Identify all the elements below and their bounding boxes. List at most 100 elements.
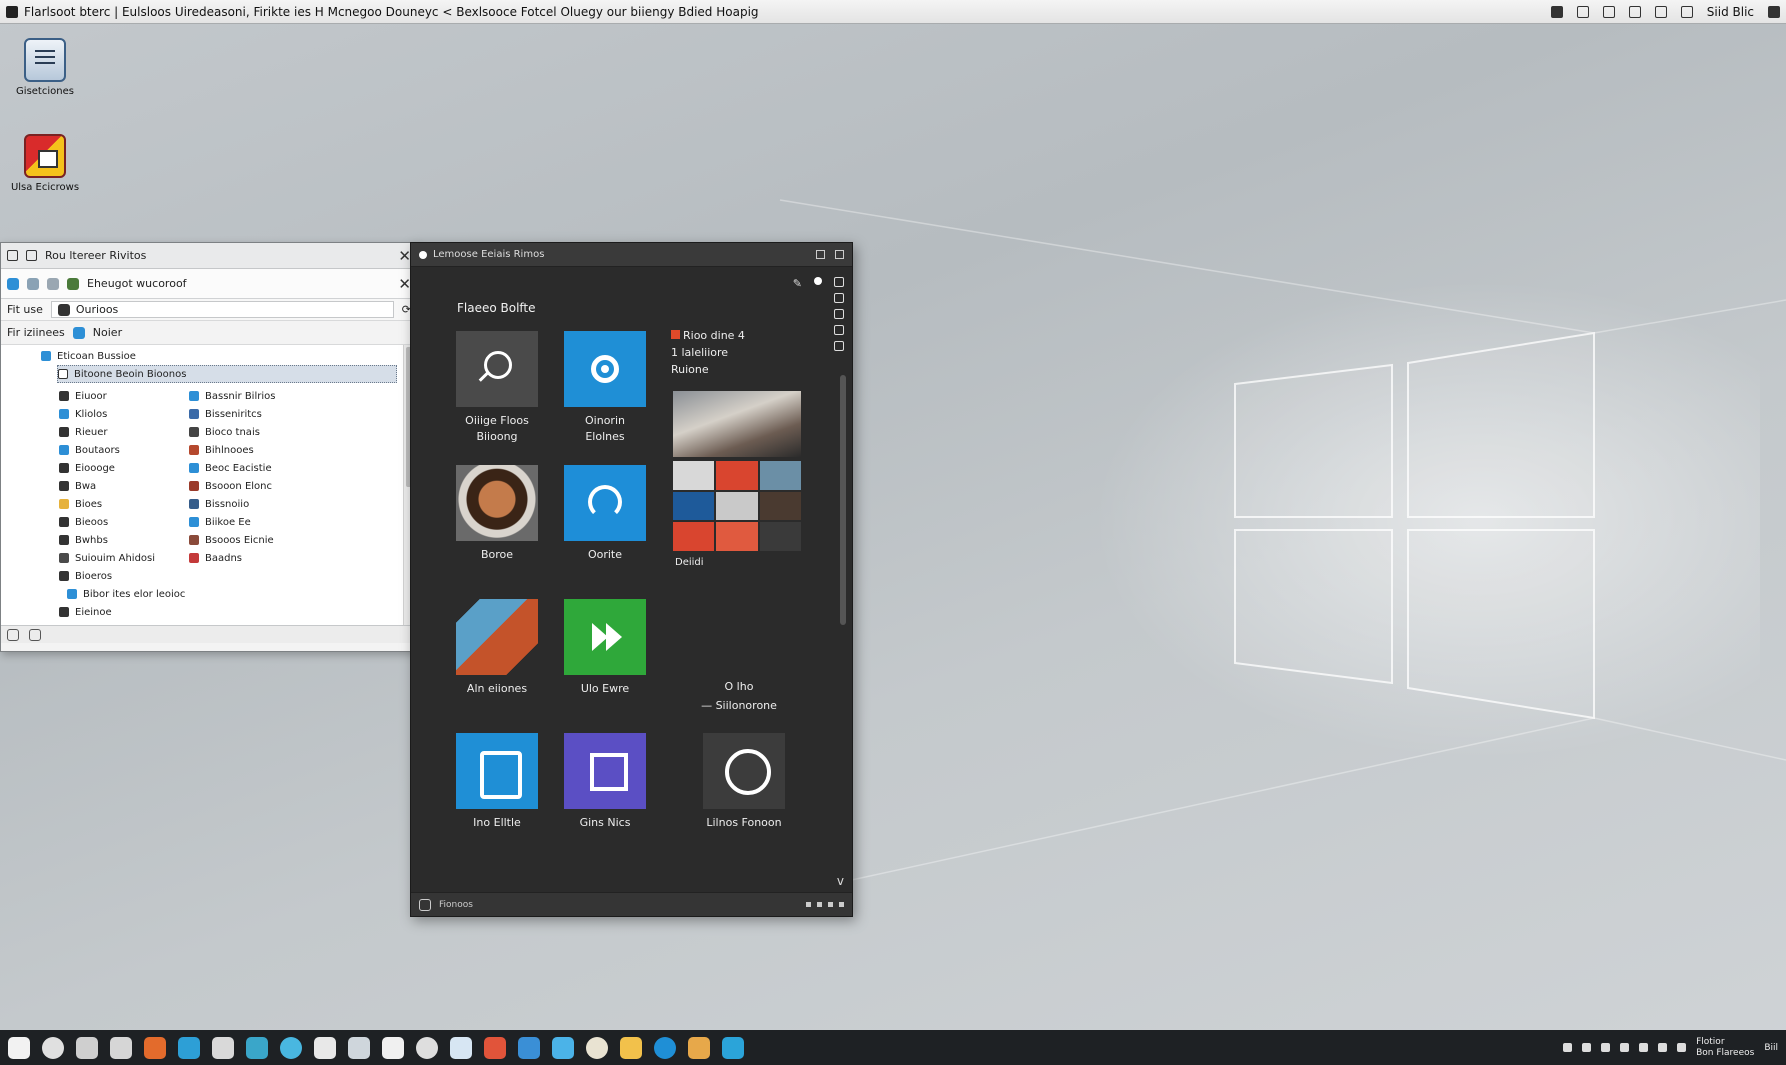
tile-search[interactable]: Oiiige Floos Biioong <box>456 331 538 445</box>
photo-tile[interactable] <box>673 391 801 457</box>
wifi-icon[interactable] <box>1602 5 1615 18</box>
taskbar-app-9-icon[interactable] <box>314 1036 336 1059</box>
crumb-right[interactable]: Noier <box>93 326 122 339</box>
side-icon-1[interactable] <box>834 277 844 287</box>
taskbar-app-12-icon[interactable] <box>416 1036 438 1059</box>
status-icon-1[interactable] <box>1550 5 1563 18</box>
taskbar-app-1-icon[interactable] <box>42 1036 64 1059</box>
chevron-down-icon[interactable]: v <box>837 874 844 888</box>
tree-item[interactable]: Bioes <box>59 495 102 513</box>
list-item[interactable]: Bioco tnais <box>189 423 260 441</box>
taskbar-app-10-icon[interactable] <box>348 1036 370 1059</box>
tree-item[interactable]: Bwhbs <box>59 531 108 549</box>
tile-camera[interactable]: Oinorin Elolnes <box>564 331 646 445</box>
menubar-clock[interactable]: Siid Blic <box>1707 5 1754 19</box>
photo-mosaic[interactable] <box>673 461 801 551</box>
tree-item[interactable]: Kliolos <box>59 405 107 423</box>
desktop-icon-package[interactable]: Ulsa Ecicrows <box>10 134 80 193</box>
panel-titlebar[interactable]: Lemoose Eeiais Rimos <box>411 243 852 267</box>
tray-icon-3[interactable] <box>1601 1043 1611 1052</box>
list-item[interactable]: Baadns <box>189 549 242 567</box>
taskbar-app-11-icon[interactable] <box>382 1036 404 1059</box>
path-left-label[interactable]: Fit use <box>7 303 43 316</box>
taskbar-app-16-icon[interactable] <box>552 1036 574 1059</box>
user-icon[interactable] <box>1768 5 1780 18</box>
taskbar-app-8-icon[interactable] <box>280 1036 302 1059</box>
tree-item[interactable]: Eieinoe <box>59 603 112 621</box>
notification-dot-icon[interactable] <box>814 277 822 285</box>
list-item[interactable]: Bassnir Bilrios <box>189 387 275 405</box>
taskbar-app-3-icon[interactable] <box>110 1036 132 1059</box>
back-icon[interactable] <box>7 277 19 290</box>
tile-apps[interactable]: Aln eiiones <box>456 599 538 697</box>
tile-media[interactable]: Ulo Ewre <box>564 599 646 697</box>
tray-icon-1[interactable] <box>1563 1043 1573 1052</box>
search-icon[interactable] <box>1654 5 1667 18</box>
pin-icon[interactable] <box>816 250 825 259</box>
desktop-icon-documents[interactable]: Gisetciones <box>10 38 80 97</box>
edit-icon[interactable]: ✎ <box>793 277 802 290</box>
forward-icon[interactable] <box>27 277 39 290</box>
tray-icon-4[interactable] <box>1620 1043 1630 1052</box>
volume-icon[interactable] <box>1658 1043 1668 1052</box>
side-icon-3[interactable] <box>834 309 844 319</box>
crumb-left[interactable]: Fir iziinees <box>7 326 65 339</box>
list-item[interactable]: Bihlnooes <box>189 441 254 459</box>
list-item[interactable]: Bsooos Eicnie <box>189 531 274 549</box>
list-item[interactable]: Bisseniritcs <box>189 405 262 423</box>
tile-store[interactable]: Ino Elltle <box>456 733 538 831</box>
tree-item[interactable]: Suiouim Ahidosi <box>59 549 155 567</box>
tile-clock[interactable]: Lilnos Fonoon <box>703 733 785 831</box>
tile-profile[interactable]: Boroe <box>456 465 538 563</box>
list-item[interactable]: Bsooon Elonc <box>189 477 272 495</box>
tree-item[interactable]: Boutaors <box>59 441 120 459</box>
tray-clock[interactable]: Flotior Bon Flareeos <box>1696 1037 1754 1059</box>
view-icon[interactable] <box>7 628 19 641</box>
battery-icon[interactable] <box>1677 1043 1687 1052</box>
status-icon-2[interactable] <box>1576 5 1589 18</box>
list-item[interactable]: Beoc Eacistie <box>189 459 272 477</box>
taskbar-app-21-icon[interactable] <box>722 1036 744 1059</box>
tray-icon-2[interactable] <box>1582 1043 1592 1052</box>
panel-scrollbar[interactable] <box>840 375 846 625</box>
taskbar-app-15-icon[interactable] <box>518 1036 540 1059</box>
status-controls[interactable] <box>806 902 844 907</box>
taskbar-app-5-icon[interactable] <box>178 1036 200 1059</box>
list-item[interactable]: Biikoe Ee <box>189 513 251 531</box>
grid-icon[interactable] <box>1680 5 1693 18</box>
tree-item[interactable]: Bwa <box>59 477 96 495</box>
explorer-tab-label[interactable]: Eheugot wucoroof <box>87 277 187 290</box>
start-button[interactable] <box>8 1036 30 1059</box>
tree-item[interactable]: Eiuoor <box>59 387 107 405</box>
address-box[interactable]: Ourioos <box>50 301 394 318</box>
taskbar-app-20-icon[interactable] <box>688 1036 710 1059</box>
explorer-titlebar[interactable]: Rou ltereer Rivitos ✕ <box>1 243 417 269</box>
tree-item[interactable]: Bioeros <box>59 567 112 585</box>
tray-right-label[interactable]: Biil <box>1764 1043 1778 1053</box>
tree-item[interactable]: Eioooge <box>59 459 115 477</box>
taskbar-folder-icon[interactable] <box>620 1036 642 1059</box>
tree-item[interactable]: Bieoos <box>59 513 108 531</box>
details-icon[interactable] <box>29 628 41 641</box>
side-icon-2[interactable] <box>834 293 844 303</box>
tree-item-top[interactable]: Eticoan Bussioe <box>41 347 136 365</box>
taskbar-app-4-icon[interactable] <box>144 1036 166 1059</box>
taskbar-app-13-icon[interactable] <box>450 1036 472 1059</box>
taskbar-app-17-icon[interactable] <box>586 1036 608 1059</box>
list-item[interactable]: Bissnoiio <box>189 495 249 513</box>
tile-home[interactable]: Gins Nics <box>564 733 646 831</box>
taskbar-app-14-icon[interactable] <box>484 1036 506 1059</box>
restore-icon[interactable] <box>835 250 844 259</box>
tree-item[interactable]: Rieuer <box>59 423 107 441</box>
battery-icon[interactable] <box>1628 5 1641 18</box>
news-text[interactable]: Rioo dine 4 1 laleliiore Ruione <box>671 327 745 378</box>
taskbar-app-7-icon[interactable] <box>246 1036 268 1059</box>
tree-item[interactable]: Bibor ites elor leoioc <box>67 585 185 603</box>
side-icon-5[interactable] <box>834 341 844 351</box>
taskbar-app-6-icon[interactable] <box>212 1036 234 1059</box>
taskbar-app-2-icon[interactable] <box>76 1036 98 1059</box>
system-menu-icon[interactable] <box>6 5 18 18</box>
tree-item-selected[interactable]: Bitoone Beoin Bioonos <box>57 365 397 383</box>
taskbar-app-19-icon[interactable] <box>654 1036 676 1059</box>
up-icon[interactable] <box>47 277 59 290</box>
